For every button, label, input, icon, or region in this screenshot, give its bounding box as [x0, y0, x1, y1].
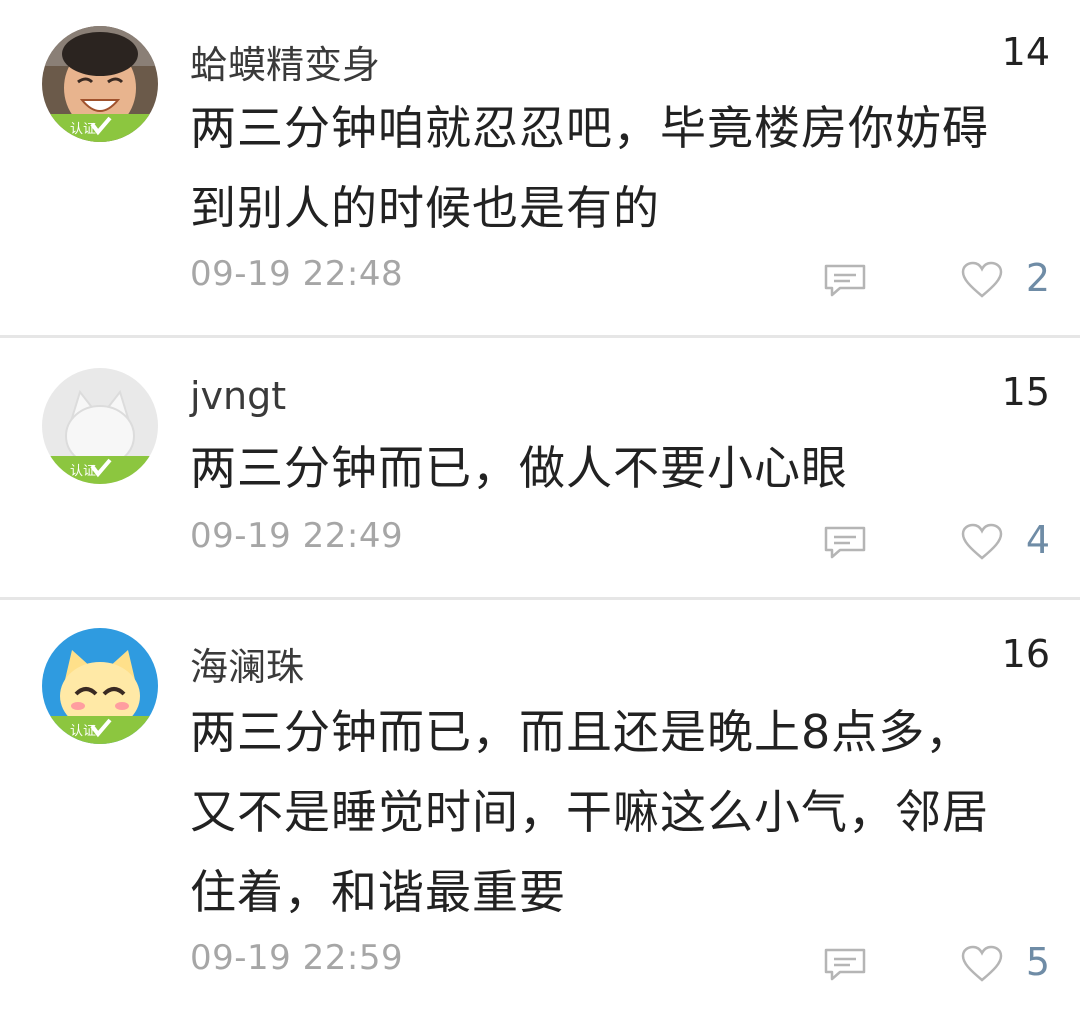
- comment-line: 两三分钟而已，而且还是晚上8点多，: [190, 705, 973, 759]
- floor-number: 16: [1001, 632, 1050, 676]
- reply-icon[interactable]: [822, 262, 868, 298]
- floor-number: 15: [1001, 370, 1050, 414]
- comment-content: 两三分钟咱就忍忍吧，毕竟楼房你妨碍 到别人的时候也是有的: [190, 88, 1060, 248]
- heart-icon[interactable]: [960, 260, 1004, 300]
- username[interactable]: 蛤蟆精变身: [190, 34, 380, 89]
- comment-content: 两三分钟而已，做人不要小心眼: [190, 428, 1060, 508]
- like-count: 5: [1025, 940, 1050, 984]
- comment-line: 又不是睡觉时间，干嘛这么小气，邻居: [190, 785, 989, 839]
- comment-line: 两三分钟而已，做人不要小心眼: [190, 441, 848, 495]
- heart-icon[interactable]: [960, 522, 1004, 562]
- comment-content: 两三分钟而已，而且还是晚上8点多， 又不是睡觉时间，干嘛这么小气，邻居 住着，和…: [190, 692, 1060, 932]
- comment-line: 住着，和谐最重要: [190, 865, 566, 919]
- comment-item: 认证 jvngt 15 两三分钟而已，做人不要小心眼 09-19 22:49 4: [0, 338, 1080, 598]
- floor-number: 14: [1001, 30, 1050, 74]
- timestamp: 09-19 22:48: [190, 254, 404, 294]
- reply-icon[interactable]: [822, 524, 868, 560]
- comment-item: 认证 海澜珠 16 两三分钟而已，而且还是晚上8点多， 又不是睡觉时间，干嘛这么…: [0, 600, 1080, 1016]
- username[interactable]: 海澜珠: [190, 636, 304, 691]
- baby-photo-avatar-icon: 认证: [42, 26, 158, 142]
- comment-line: 到别人的时候也是有的: [190, 181, 660, 235]
- username[interactable]: jvngt: [190, 374, 286, 418]
- like-count: 2: [1025, 256, 1050, 300]
- timestamp: 09-19 22:59: [190, 938, 404, 978]
- comment-line: 两三分钟咱就忍忍吧，毕竟楼房你妨碍: [190, 101, 989, 155]
- timestamp: 09-19 22:49: [190, 516, 404, 556]
- avatar[interactable]: 认证: [42, 368, 158, 484]
- default-cat-avatar-icon: 认证: [42, 368, 158, 484]
- like-count: 4: [1025, 518, 1050, 562]
- cartoon-cat-avatar-icon: 认证: [42, 628, 158, 744]
- avatar[interactable]: 认证: [42, 628, 158, 744]
- heart-icon[interactable]: [960, 944, 1004, 984]
- avatar[interactable]: 认证: [42, 26, 158, 142]
- comment-item: 认证 蛤蟆精变身 14 两三分钟咱就忍忍吧，毕竟楼房你妨碍 到别人的时候也是有的…: [0, 0, 1080, 336]
- reply-icon[interactable]: [822, 946, 868, 982]
